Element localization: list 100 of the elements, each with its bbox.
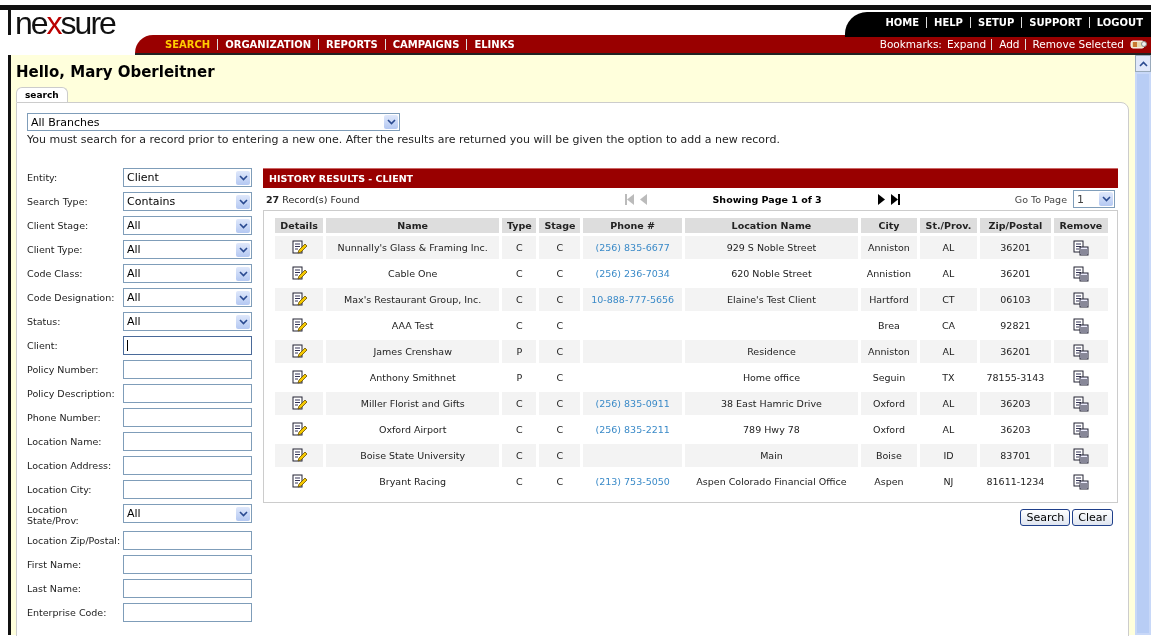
scrollbar[interactable] — [1135, 55, 1151, 635]
branch-dropdown[interactable]: All Branches — [27, 113, 400, 131]
column-header: Phone # — [583, 218, 682, 233]
phone-link[interactable]: (256) 835-2211 — [595, 424, 670, 435]
dropdown[interactable]: All — [123, 240, 252, 259]
table-cell: 38 East Hamric Drive — [721, 398, 822, 409]
table-cell: C — [539, 444, 581, 467]
column-header: Location Name — [684, 218, 859, 233]
dropdown[interactable]: All — [123, 312, 252, 331]
next-page-icon[interactable] — [877, 193, 885, 205]
field-label: Code Class: — [27, 268, 84, 279]
field-label: Policy Description: — [27, 388, 116, 399]
dropdown[interactable]: All — [123, 504, 252, 523]
table-cell: AL — [919, 236, 978, 259]
edit-note-icon[interactable] — [291, 343, 307, 360]
bookmark-link[interactable]: Expand — [946, 38, 987, 50]
input-field[interactable] — [123, 603, 252, 622]
dropdown[interactable]: Contains — [123, 192, 252, 211]
top-link[interactable]: HOME — [885, 17, 920, 28]
dropdown[interactable]: All — [123, 216, 252, 235]
delete-document-icon[interactable] — [1072, 291, 1089, 308]
table-cell-text: 36203 — [999, 423, 1032, 437]
table-cell: Max's Restaurant Group, Inc. — [326, 288, 500, 311]
input-field[interactable] — [123, 408, 252, 427]
input-field[interactable] — [123, 579, 252, 598]
top-link[interactable]: LOGOUT — [1088, 17, 1143, 28]
input-field[interactable] — [123, 384, 252, 403]
greeting: Hello, Mary Oberleitner — [16, 63, 216, 81]
table-cell: Elaine's Test Client — [727, 294, 816, 305]
field-label: Client Type: — [27, 244, 84, 255]
phone-link[interactable]: (213) 753-5050 — [595, 476, 670, 487]
table-cell-text: AAA Test — [390, 319, 435, 333]
dropdown[interactable]: All — [123, 288, 252, 307]
bookmark-link[interactable]: Remove Selected — [1024, 38, 1124, 50]
field-label: Entity: — [27, 172, 59, 183]
field-label: Last Name: — [27, 583, 83, 594]
dropdown[interactable]: All — [123, 264, 252, 283]
table-cell: 36201 — [980, 340, 1051, 363]
column-header: Details — [275, 218, 324, 233]
input-field[interactable] — [123, 360, 252, 379]
table-cell-text: C — [555, 475, 565, 489]
results-header: HISTORY RESULTS - CLIENT — [263, 168, 1118, 188]
nav-link[interactable]: CAMPAIGNS — [384, 38, 460, 50]
input-field[interactable] — [123, 456, 252, 475]
delete-document-icon[interactable] — [1072, 473, 1089, 490]
field-label: Enterprise Code: — [27, 607, 108, 618]
delete-document-icon[interactable] — [1072, 317, 1089, 334]
last-page-icon[interactable] — [890, 193, 900, 205]
field-label: Status: — [27, 316, 62, 327]
phone-link[interactable]: (256) 236-7034 — [595, 268, 670, 279]
input-field[interactable] — [123, 480, 252, 499]
edit-note-icon[interactable] — [291, 369, 307, 386]
input-field[interactable] — [123, 336, 252, 355]
edit-note-icon[interactable] — [291, 421, 307, 438]
nav-link[interactable]: REPORTS — [318, 38, 378, 50]
delete-document-icon[interactable] — [1072, 421, 1089, 438]
table-cell: P — [502, 340, 537, 363]
column-header: Name — [326, 218, 500, 233]
table-cell: Aspen Colorado Financial Office — [696, 476, 847, 487]
page-dropdown[interactable]: 1 — [1073, 190, 1115, 208]
table-cell: 789 Hwy 78 — [743, 424, 800, 435]
nav-link[interactable]: ELINKS — [466, 38, 515, 50]
input-field[interactable] — [123, 432, 252, 451]
column-header: Zip/Postal — [980, 218, 1051, 233]
edit-note-icon[interactable] — [291, 239, 307, 256]
top-link[interactable]: HELP — [926, 17, 963, 28]
dropdown[interactable]: Client — [123, 168, 252, 187]
nav-link[interactable]: SEARCH — [165, 38, 211, 50]
edit-note-icon[interactable] — [291, 447, 307, 464]
table-cell: 36203 — [980, 392, 1051, 415]
edit-note-icon[interactable] — [291, 395, 307, 412]
field-label: Location Zip/Postal: — [27, 535, 121, 546]
delete-document-icon[interactable] — [1072, 239, 1089, 256]
delete-document-icon[interactable] — [1072, 343, 1089, 360]
bookmark-link[interactable]: Add — [991, 38, 1020, 50]
top-link[interactable]: SETUP — [969, 17, 1015, 28]
column-header: St./Prov. — [919, 218, 978, 233]
table-cell-text: C — [515, 319, 524, 333]
delete-document-icon[interactable] — [1072, 395, 1089, 412]
tab[interactable]: search — [16, 87, 68, 102]
scroll-up-button[interactable] — [1135, 55, 1151, 72]
input-field[interactable] — [123, 555, 252, 574]
field-label: Client Stage: — [27, 220, 90, 231]
table-cell: C — [539, 288, 581, 311]
table-cell-text: Oxford Airport — [377, 423, 448, 437]
nav-link[interactable]: ORGANIZATION — [217, 38, 312, 50]
delete-document-icon[interactable] — [1072, 369, 1089, 386]
clear-button[interactable]: Clear — [1072, 509, 1113, 526]
edit-note-icon[interactable] — [291, 291, 307, 308]
delete-document-icon[interactable] — [1072, 265, 1089, 282]
edit-note-icon[interactable] — [291, 473, 307, 490]
table-cell-text: C — [515, 423, 524, 437]
delete-document-icon[interactable] — [1072, 447, 1089, 464]
input-field[interactable] — [123, 531, 252, 550]
table-cell-text: AL — [941, 267, 956, 281]
table-cell-text: Seguin — [871, 371, 907, 385]
edit-note-icon[interactable] — [291, 317, 307, 334]
top-link[interactable]: SUPPORT — [1021, 17, 1082, 28]
search-button[interactable]: Search — [1020, 509, 1071, 526]
edit-note-icon[interactable] — [291, 265, 307, 282]
